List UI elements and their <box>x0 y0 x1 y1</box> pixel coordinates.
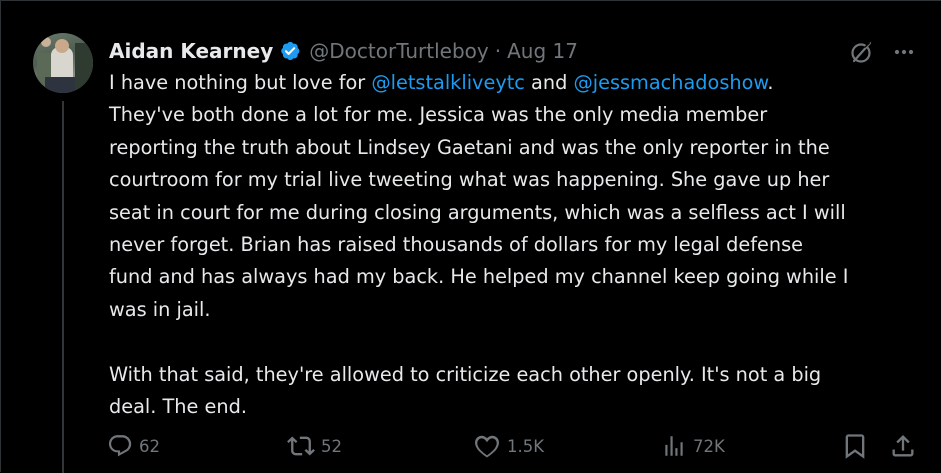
grok-icon[interactable] <box>847 37 877 67</box>
tweet-line: seat in court for me during closing argu… <box>109 197 919 229</box>
repost-button[interactable]: 52 <box>287 429 342 463</box>
tweet-line: With that said, they're allowed to criti… <box>109 359 919 391</box>
tweet-text-segment: courtroom for my trial live tweeting wha… <box>109 168 830 192</box>
tweet-text-segment: never forget. Brian has raised thousands… <box>109 232 804 256</box>
tweet-text-segment: was in jail. <box>109 297 211 321</box>
tweet-line: never forget. Brian has raised thousands… <box>109 229 919 261</box>
share-icon <box>889 432 917 460</box>
tweet-text-segment: and <box>524 71 574 94</box>
tweet-text: I have nothing but love for @letstalkliv… <box>109 67 919 423</box>
tweet-text-segment: . <box>767 71 774 94</box>
action-bar: 62 52 1.5K 72K <box>1 429 941 463</box>
share-button[interactable] <box>889 429 917 463</box>
tweet-text-segment: deal. The end. <box>109 394 247 418</box>
mention-link[interactable]: @jessmachadoshow <box>573 71 767 94</box>
bookmark-icon <box>841 432 869 460</box>
tweet-text-segment: fund and has always had my back. He help… <box>109 265 849 289</box>
heart-icon <box>473 432 501 460</box>
tweet-text-segment: They've both done a lot for me. Jessica … <box>109 103 768 127</box>
reply-icon <box>107 433 133 459</box>
repost-icon <box>287 432 315 460</box>
tweet-header: Aidan Kearney @DoctorTurtleboy · Aug 17 <box>109 37 578 65</box>
tweet-text-segment: With that said, they're allowed to criti… <box>109 362 822 386</box>
more-icon[interactable] <box>889 37 919 67</box>
tweet-line: They've both done a lot for me. Jessica … <box>109 99 919 131</box>
tweet-line: deal. The end. <box>109 391 919 423</box>
views-button[interactable]: 72K <box>661 429 725 463</box>
author-handle[interactable]: @DoctorTurtleboy <box>309 39 488 63</box>
tweet-text-segment: reporting the truth about Lindsey Gaetan… <box>109 135 830 159</box>
tweet-line: reporting the truth about Lindsey Gaetan… <box>109 132 919 164</box>
thread-line <box>62 101 64 473</box>
tweet-line: I have nothing but love for @letstalkliv… <box>109 67 919 99</box>
bookmark-button[interactable] <box>841 429 869 463</box>
tweet-line: was in jail. <box>109 294 919 326</box>
tweet-text-segment: seat in court for me during closing argu… <box>109 200 846 224</box>
avatar[interactable] <box>33 33 93 93</box>
view-count: 72K <box>693 436 725 456</box>
tweet[interactable]: Aidan Kearney @DoctorTurtleboy · Aug 17 … <box>0 0 941 473</box>
reply-button[interactable]: 62 <box>107 429 160 463</box>
like-button[interactable]: 1.5K <box>473 429 544 463</box>
tweet-text-segment: I have nothing but love for <box>109 71 372 94</box>
tweet-line: courtroom for my trial live tweeting wha… <box>109 164 919 196</box>
like-count: 1.5K <box>507 436 545 456</box>
repost-count: 52 <box>321 436 342 456</box>
tweet-date[interactable]: Aug 17 <box>507 39 578 63</box>
views-icon <box>661 433 687 459</box>
author-name[interactable]: Aidan Kearney <box>109 39 273 63</box>
mention-link[interactable]: @letstalkliveytc <box>371 71 525 94</box>
tweet-line: fund and has always had my back. He help… <box>109 261 919 293</box>
verified-badge-icon[interactable] <box>279 40 301 62</box>
reply-count: 62 <box>139 436 160 456</box>
header-separator: · <box>494 39 502 63</box>
